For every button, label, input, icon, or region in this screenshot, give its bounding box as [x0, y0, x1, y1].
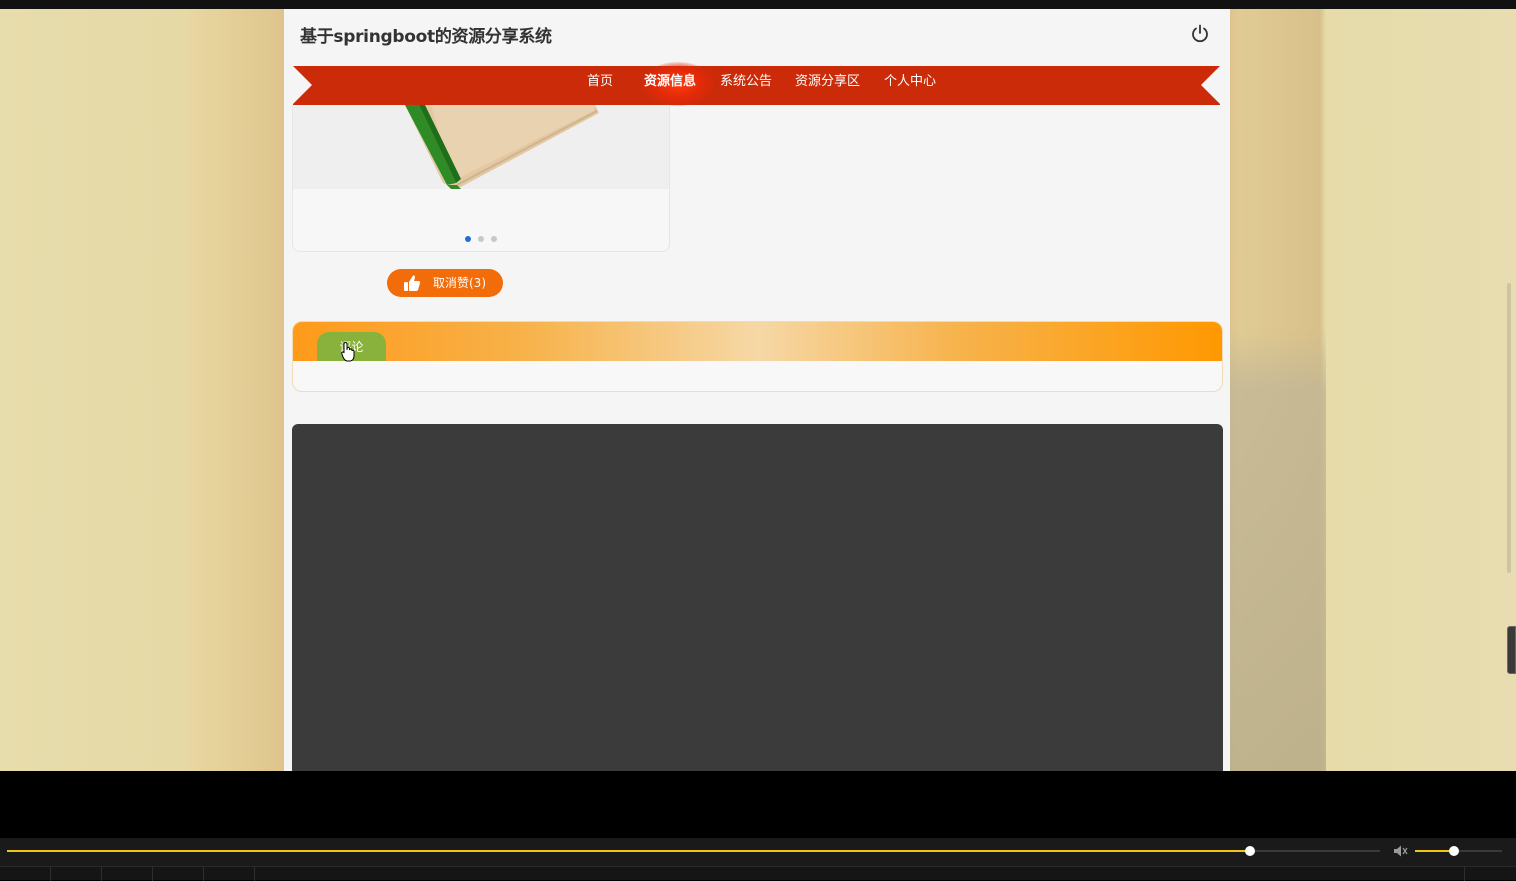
thumbs-up-icon — [404, 275, 421, 291]
nav-item-share-zone[interactable]: 资源分享区 — [795, 66, 860, 105]
unlike-button[interactable]: 取消赞(3) — [387, 269, 503, 297]
mouse-cursor-icon — [341, 342, 355, 362]
speaker-icon[interactable] — [1392, 843, 1408, 859]
site-header: 基于springboot的资源分享系统 — [284, 9, 1230, 65]
image-carousel[interactable] — [292, 105, 670, 252]
nav-item-profile[interactable]: 个人中心 — [884, 66, 936, 105]
carousel-dot[interactable] — [491, 236, 497, 242]
browser-viewport: 基于springboot的资源分享系统 首页 资源信息 系统公告 资源分享区 个… — [0, 0, 1516, 771]
player-controls — [0, 838, 1516, 881]
book-image — [293, 105, 669, 189]
toolbar-button[interactable] — [204, 867, 255, 881]
comment-panel: 评论 — [292, 321, 1223, 392]
seek-handle[interactable] — [1244, 846, 1255, 856]
site-title: 基于springboot的资源分享系统 — [300, 27, 552, 47]
main-nav: 首页 资源信息 系统公告 资源分享区 个人中心 — [293, 62, 1220, 106]
toolbar-button[interactable] — [102, 867, 153, 881]
top-edge — [0, 0, 1516, 9]
bottom-toolbar — [0, 866, 1516, 881]
toolbar-button[interactable] — [1464, 867, 1515, 881]
power-icon[interactable] — [1189, 23, 1211, 45]
page-scrollbar[interactable] — [1507, 283, 1511, 573]
toolbar-button[interactable] — [0, 867, 51, 881]
side-drawer-handle[interactable] — [1507, 626, 1516, 674]
page-container: 基于springboot的资源分享系统 首页 资源信息 系统公告 资源分享区 个… — [284, 9, 1230, 771]
carousel-dot[interactable] — [465, 236, 471, 242]
unlike-label: 取消赞(3) — [433, 276, 486, 290]
carousel-dot[interactable] — [478, 236, 484, 242]
seek-bar[interactable] — [7, 850, 1380, 852]
toolbar-button[interactable] — [51, 867, 102, 881]
volume-handle[interactable] — [1449, 846, 1460, 856]
video-player-area[interactable] — [292, 424, 1223, 771]
toolbar-button[interactable] — [153, 867, 204, 881]
comment-header-bar: 评论 — [293, 322, 1222, 362]
nav-item-resources[interactable]: 资源信息 — [644, 66, 696, 105]
seek-bar-progress — [7, 850, 1250, 852]
nav-item-announcements[interactable]: 系统公告 — [720, 66, 772, 105]
nav-item-home[interactable]: 首页 — [587, 66, 613, 105]
carousel-dots — [293, 236, 669, 242]
